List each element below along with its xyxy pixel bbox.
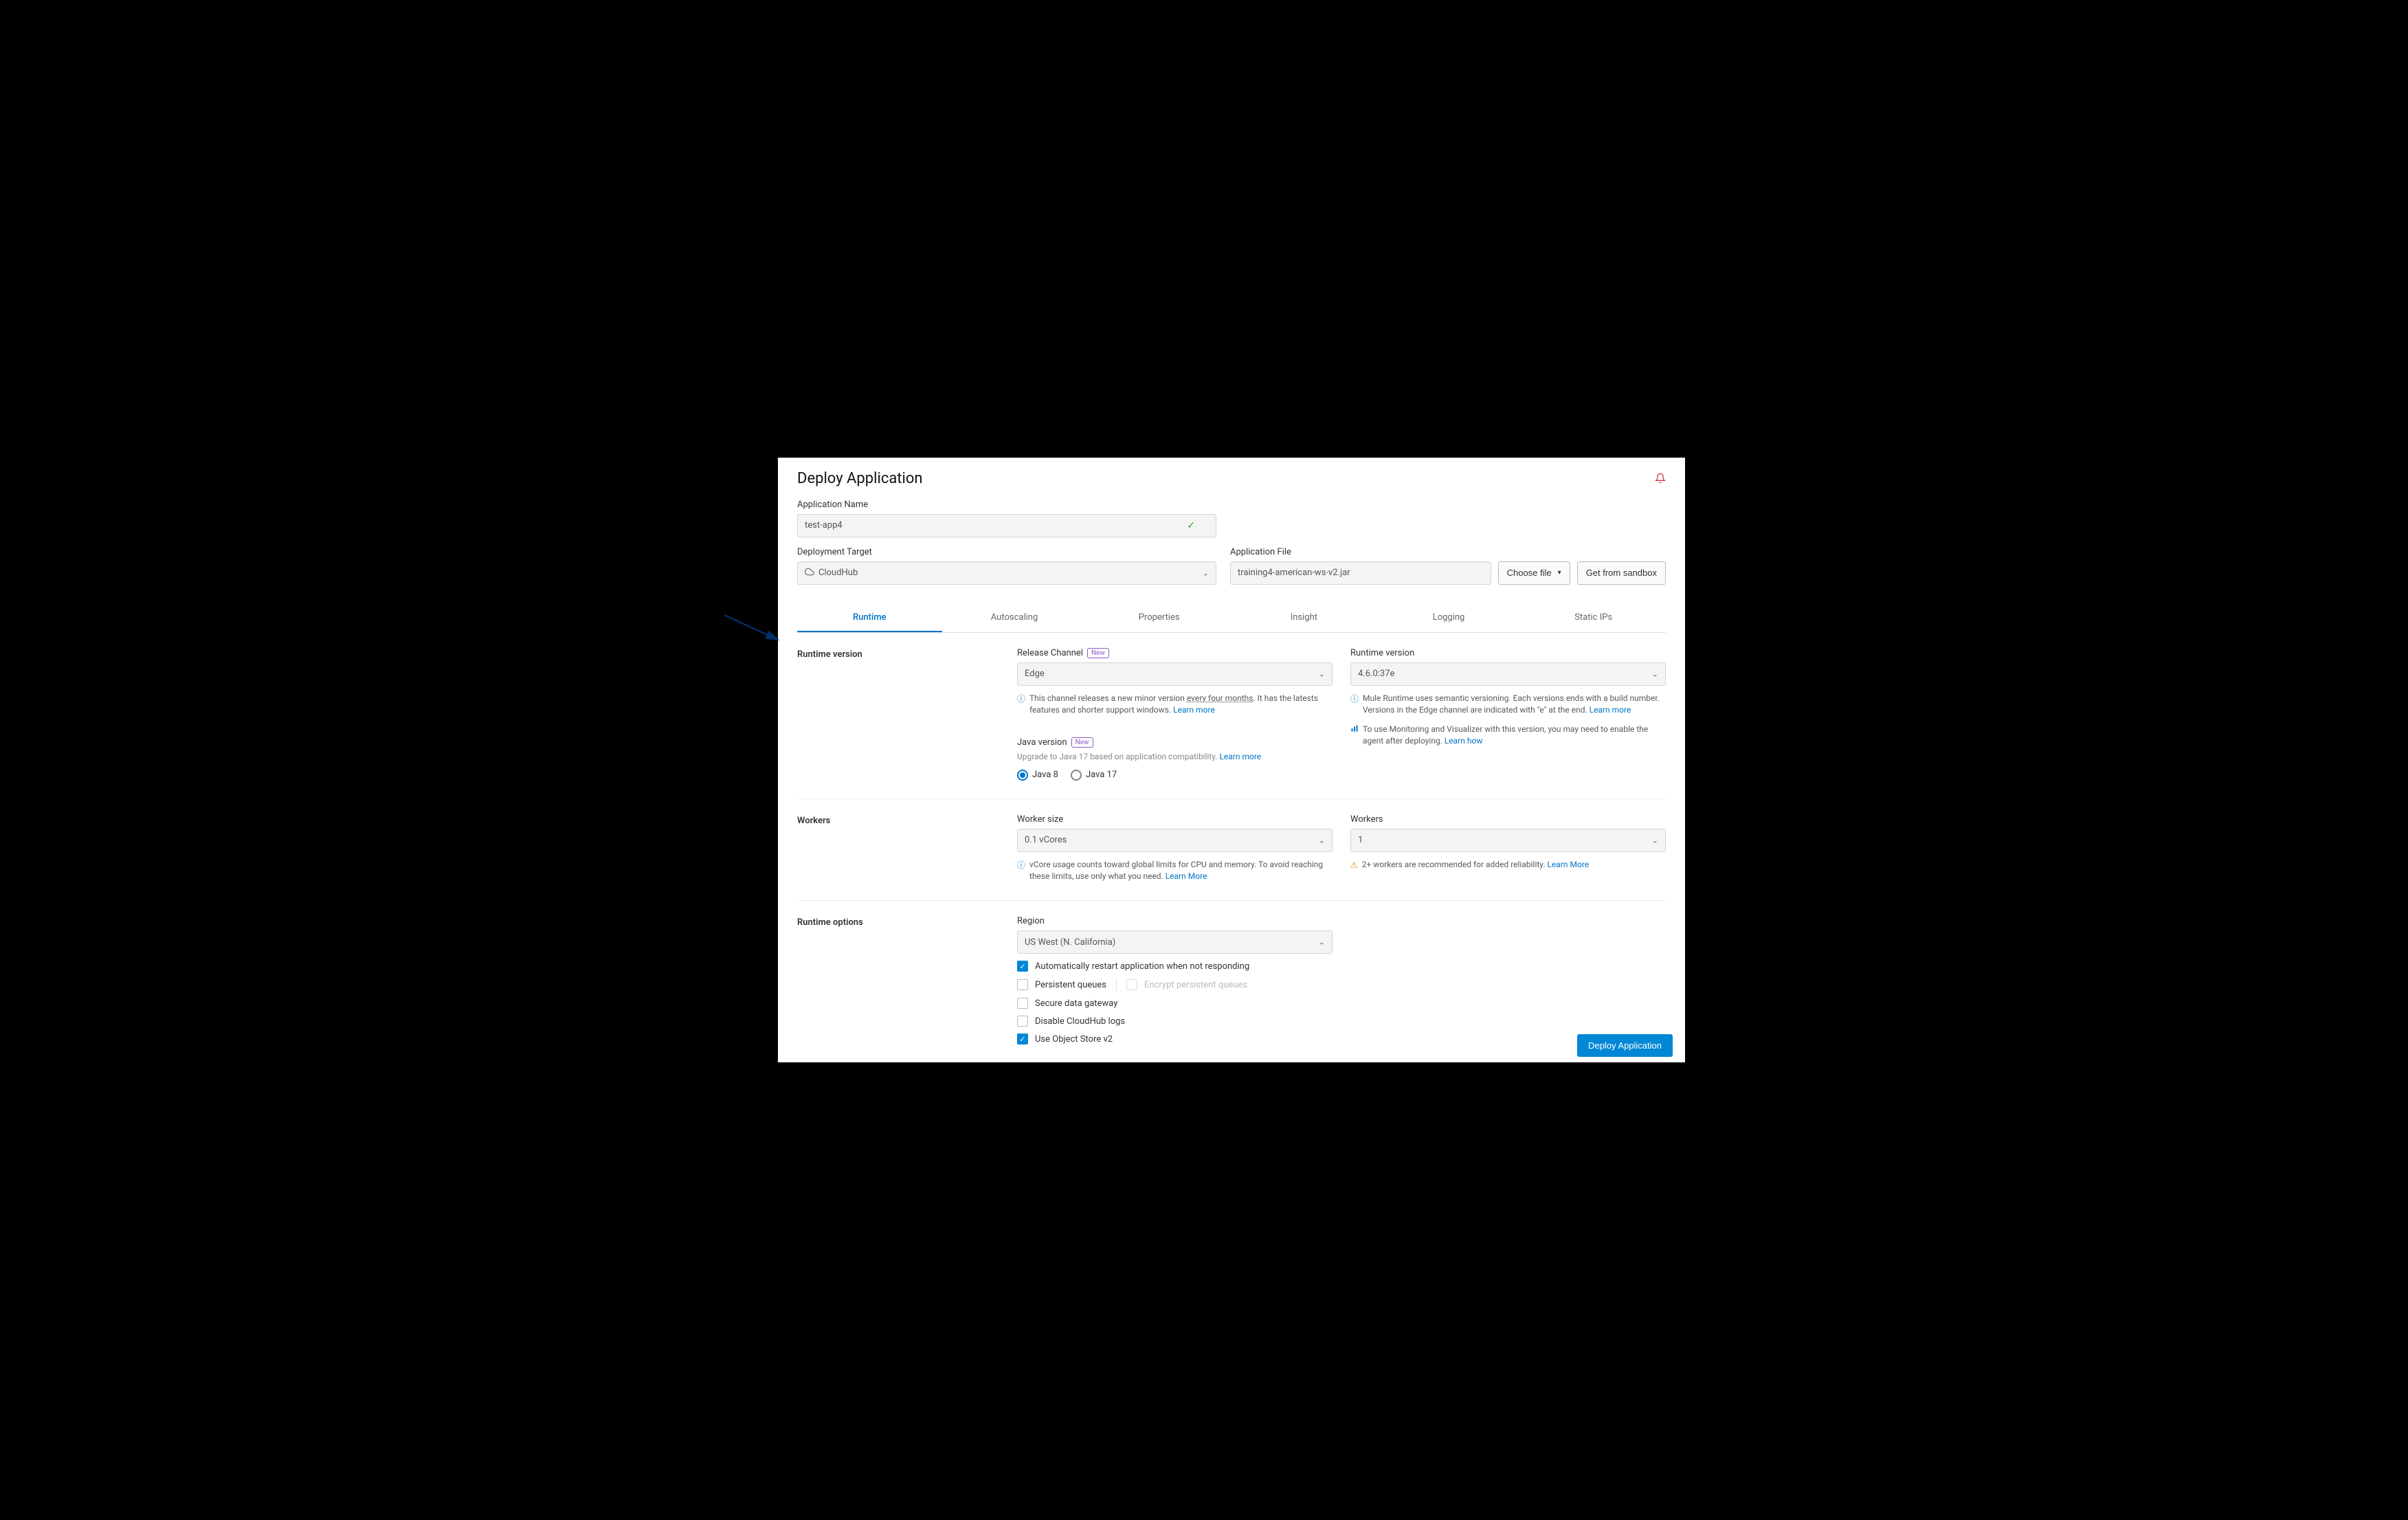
- tab-static-ips[interactable]: Static IPs: [1521, 604, 1666, 632]
- chevron-down-icon: ⌄: [1203, 568, 1209, 577]
- workers-count-label: Workers: [1350, 814, 1383, 825]
- choose-file-button[interactable]: Choose file: [1498, 561, 1570, 585]
- chart-icon: [1350, 724, 1359, 736]
- learn-more-link[interactable]: Learn more: [1590, 705, 1631, 715]
- checkbox-disable-logs[interactable]: [1017, 1016, 1028, 1027]
- chevron-down-icon: ⌄: [1319, 836, 1325, 845]
- chevron-down-icon: ⌄: [1652, 836, 1658, 845]
- info-icon: ⓘ: [1017, 693, 1025, 705]
- page-title: Deploy Application: [797, 470, 923, 487]
- runtime-version-label: Runtime version: [1350, 648, 1414, 658]
- app-file-input[interactable]: training4-american-ws-v2.jar: [1230, 561, 1491, 585]
- section-runtime-options: Runtime options: [797, 916, 1017, 1044]
- learn-more-link[interactable]: Learn More: [1547, 860, 1589, 869]
- chevron-down-icon: ⌄: [1319, 669, 1325, 678]
- learn-more-link[interactable]: Learn more: [1219, 752, 1261, 761]
- app-name-input[interactable]: test-app4 ✓: [797, 514, 1216, 537]
- region-select[interactable]: US West (N. California) ⌄: [1017, 930, 1333, 954]
- section-runtime-version: Runtime version: [797, 648, 1017, 781]
- checkbox-auto-restart[interactable]: [1017, 961, 1028, 972]
- radio-unchecked-icon: [1071, 770, 1082, 781]
- cloud-icon: [805, 567, 814, 579]
- region-label: Region: [1017, 916, 1045, 926]
- worker-size-select[interactable]: 0.1 vCores ⌄: [1017, 829, 1333, 852]
- warning-icon: ⚠: [1350, 860, 1358, 871]
- section-workers: Workers: [797, 814, 1017, 883]
- get-from-sandbox-button[interactable]: Get from sandbox: [1577, 561, 1666, 585]
- learn-more-link[interactable]: Learn more: [1173, 705, 1215, 715]
- deploy-target-label: Deployment Target: [797, 547, 1216, 557]
- chevron-down-icon: ⌄: [1319, 938, 1325, 947]
- tab-properties[interactable]: Properties: [1086, 604, 1231, 632]
- deploy-target-select[interactable]: CloudHub ⌄: [797, 561, 1216, 585]
- tab-autoscaling[interactable]: Autoscaling: [942, 604, 1087, 632]
- tabs: Runtime Autoscaling Properties Insight L…: [797, 604, 1666, 633]
- checkbox-encrypt-queues: [1126, 979, 1137, 990]
- checkbox-object-store[interactable]: [1017, 1033, 1028, 1044]
- java-version-label: Java version: [1017, 737, 1067, 748]
- tab-insight[interactable]: Insight: [1231, 604, 1376, 632]
- tab-runtime[interactable]: Runtime: [797, 604, 942, 632]
- release-channel-select[interactable]: Edge ⌄: [1017, 662, 1333, 686]
- deploy-application-button[interactable]: Deploy Application: [1577, 1034, 1673, 1057]
- radio-java8[interactable]: Java 8: [1017, 770, 1058, 781]
- chevron-down-icon: ⌄: [1652, 669, 1658, 678]
- workers-count-select[interactable]: 1 ⌄: [1350, 829, 1666, 852]
- info-icon: ⓘ: [1017, 860, 1025, 871]
- valid-check-icon: ✓: [1187, 520, 1195, 531]
- radio-java17[interactable]: Java 17: [1071, 770, 1117, 781]
- learn-more-link[interactable]: Learn More: [1166, 871, 1207, 881]
- runtime-version-select[interactable]: 4.6.0:37e ⌄: [1350, 662, 1666, 686]
- new-badge: New: [1071, 737, 1093, 748]
- bell-icon[interactable]: [1655, 473, 1666, 487]
- worker-size-label: Worker size: [1017, 814, 1063, 825]
- app-name-label: Application Name: [797, 500, 1216, 510]
- learn-how-link[interactable]: Learn how: [1445, 736, 1483, 746]
- checkbox-secure-gateway[interactable]: [1017, 998, 1028, 1009]
- radio-checked-icon: [1017, 770, 1028, 781]
- app-file-label: Application File: [1230, 547, 1666, 557]
- tab-logging[interactable]: Logging: [1376, 604, 1521, 632]
- new-badge: New: [1087, 648, 1109, 658]
- release-channel-label: Release Channel: [1017, 648, 1083, 658]
- info-icon: ⓘ: [1350, 693, 1359, 705]
- checkbox-persistent-queues[interactable]: [1017, 979, 1028, 990]
